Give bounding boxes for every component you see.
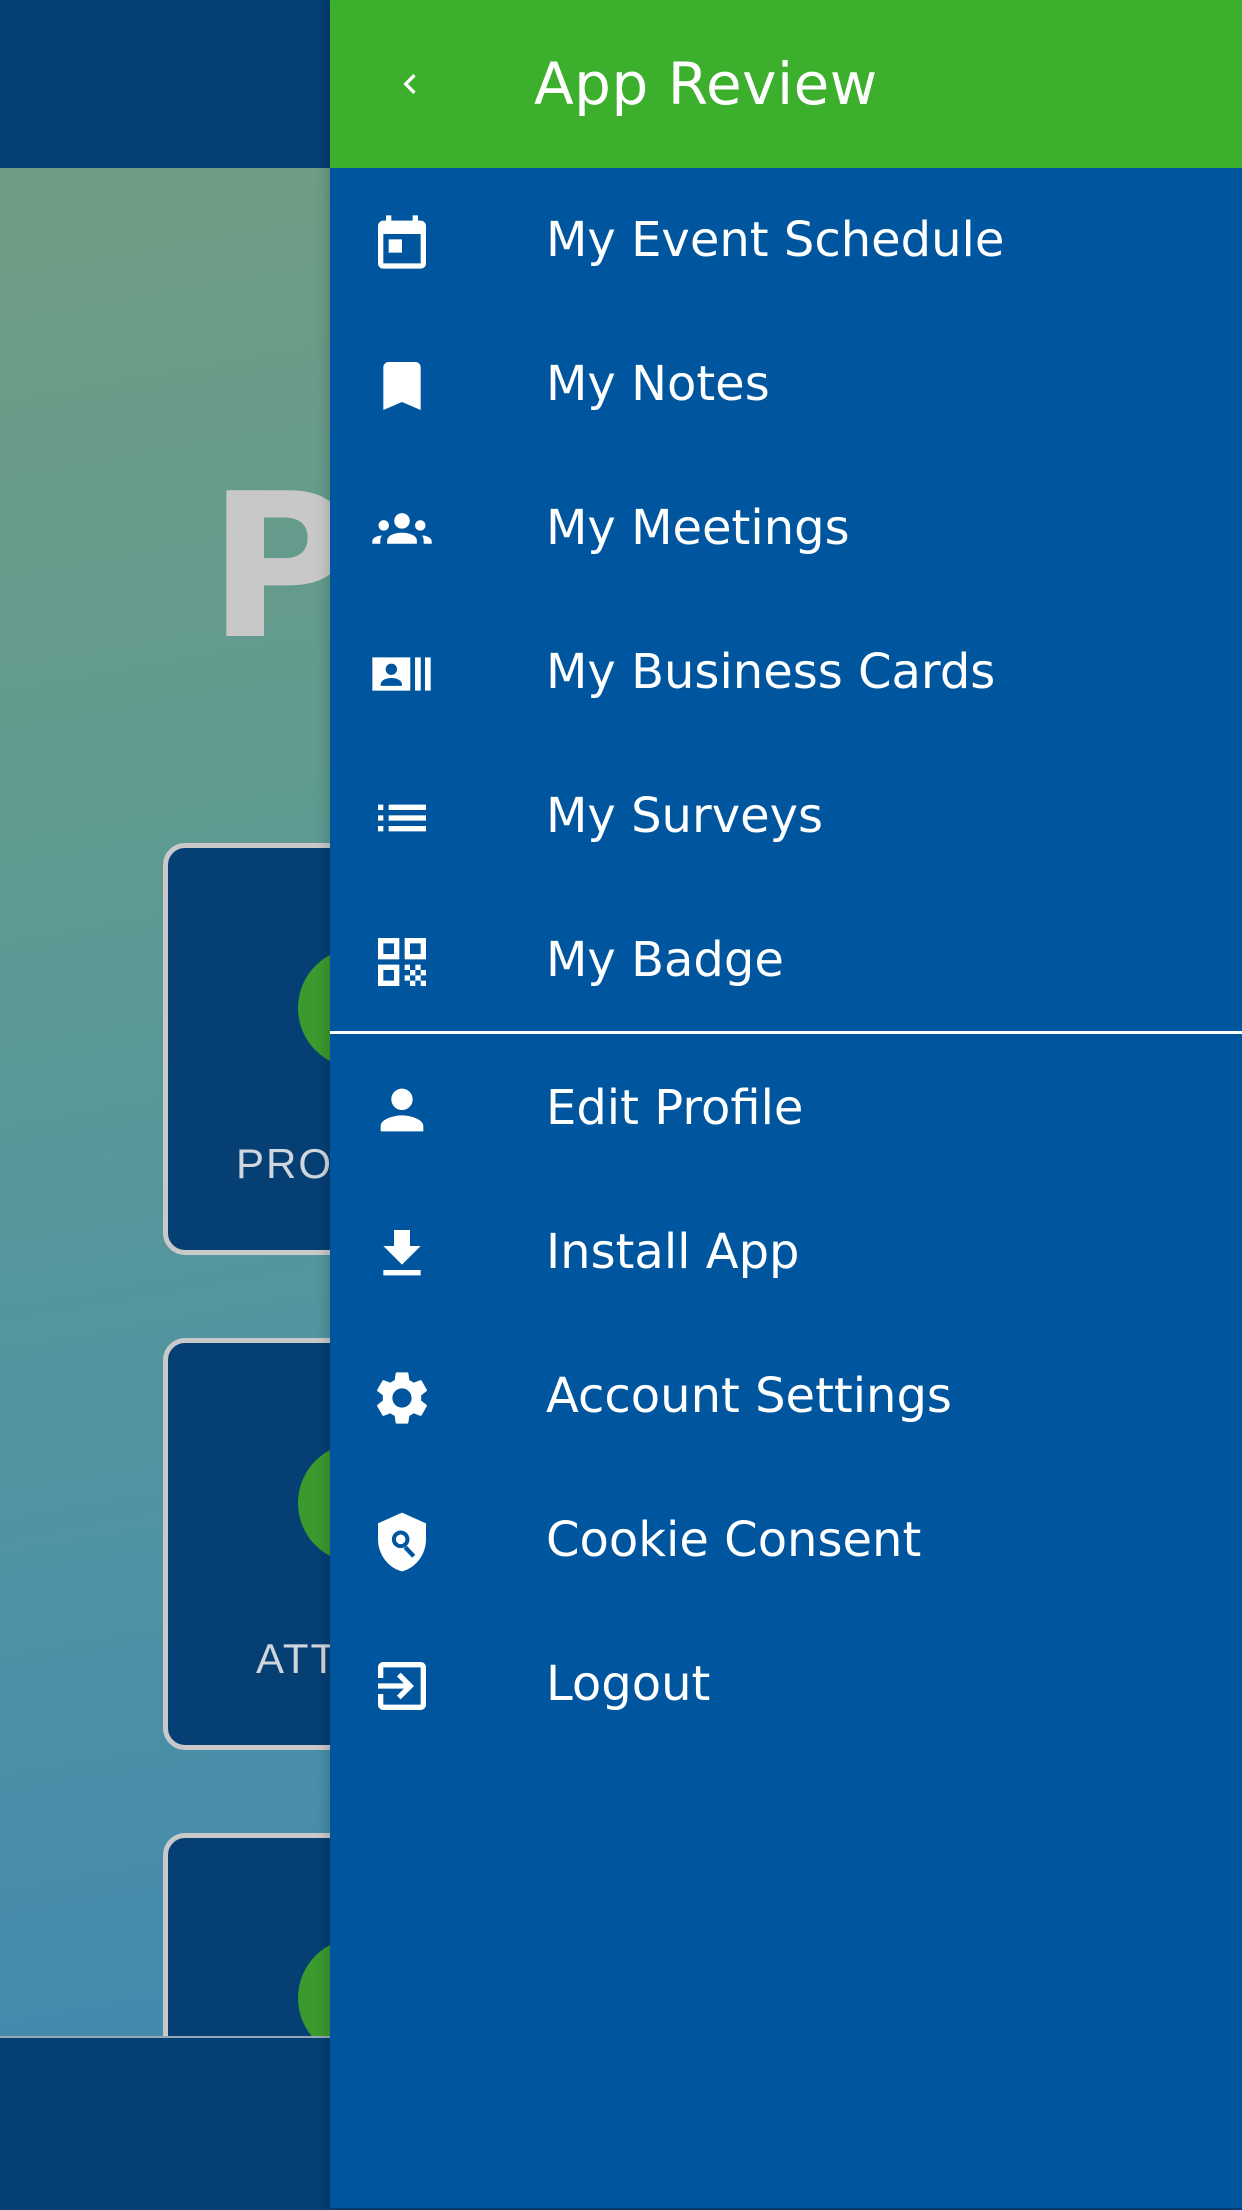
menu-item-my-notes[interactable]: My Notes bbox=[330, 312, 1242, 456]
drawer-header: App Review bbox=[330, 0, 1242, 168]
menu-item-account-settings[interactable]: Account Settings bbox=[330, 1324, 1242, 1468]
menu-item-my-event-schedule[interactable]: My Event Schedule bbox=[330, 168, 1242, 312]
download-icon bbox=[370, 1222, 434, 1286]
menu-item-label: My Badge bbox=[546, 932, 784, 988]
menu-item-label: My Surveys bbox=[546, 788, 824, 844]
menu-item-label: Cookie Consent bbox=[546, 1512, 922, 1568]
people-icon bbox=[370, 498, 434, 562]
menu-item-my-business-cards[interactable]: My Business Cards bbox=[330, 600, 1242, 744]
menu-item-label: Account Settings bbox=[546, 1368, 952, 1424]
menu-item-label: Edit Profile bbox=[546, 1080, 804, 1136]
menu-item-label: My Business Cards bbox=[546, 644, 996, 700]
menu-item-install-app[interactable]: Install App bbox=[330, 1180, 1242, 1324]
gear-icon bbox=[370, 1366, 434, 1430]
qr-code-icon bbox=[370, 930, 434, 994]
menu-item-my-badge[interactable]: My Badge bbox=[330, 888, 1242, 1032]
list-icon bbox=[370, 786, 434, 850]
menu-item-label: Logout bbox=[546, 1656, 711, 1712]
back-button[interactable] bbox=[370, 44, 450, 124]
navigation-drawer: App Review My Event Schedule My Notes My… bbox=[330, 0, 1242, 2208]
logout-icon bbox=[370, 1654, 434, 1718]
menu-item-cookie-consent[interactable]: Cookie Consent bbox=[330, 1468, 1242, 1612]
menu-item-label: My Event Schedule bbox=[546, 212, 1005, 268]
shield-search-icon bbox=[370, 1510, 434, 1574]
drawer-title: App Review bbox=[534, 50, 878, 118]
menu-item-edit-profile[interactable]: Edit Profile bbox=[330, 1036, 1242, 1180]
menu-item-label: Install App bbox=[546, 1224, 800, 1280]
menu-item-label: My Notes bbox=[546, 356, 770, 412]
person-icon bbox=[370, 1078, 434, 1142]
business-card-icon bbox=[370, 642, 434, 706]
menu-item-logout[interactable]: Logout bbox=[330, 1612, 1242, 1756]
menu-item-label: My Meetings bbox=[546, 500, 850, 556]
tile-label: ATT bbox=[256, 1635, 339, 1682]
menu-divider bbox=[330, 1031, 1242, 1034]
menu-item-my-surveys[interactable]: My Surveys bbox=[330, 744, 1242, 888]
bookmark-icon bbox=[370, 354, 434, 418]
calendar-icon bbox=[370, 210, 434, 274]
menu-item-my-meetings[interactable]: My Meetings bbox=[330, 456, 1242, 600]
chevron-left-icon bbox=[390, 64, 430, 104]
